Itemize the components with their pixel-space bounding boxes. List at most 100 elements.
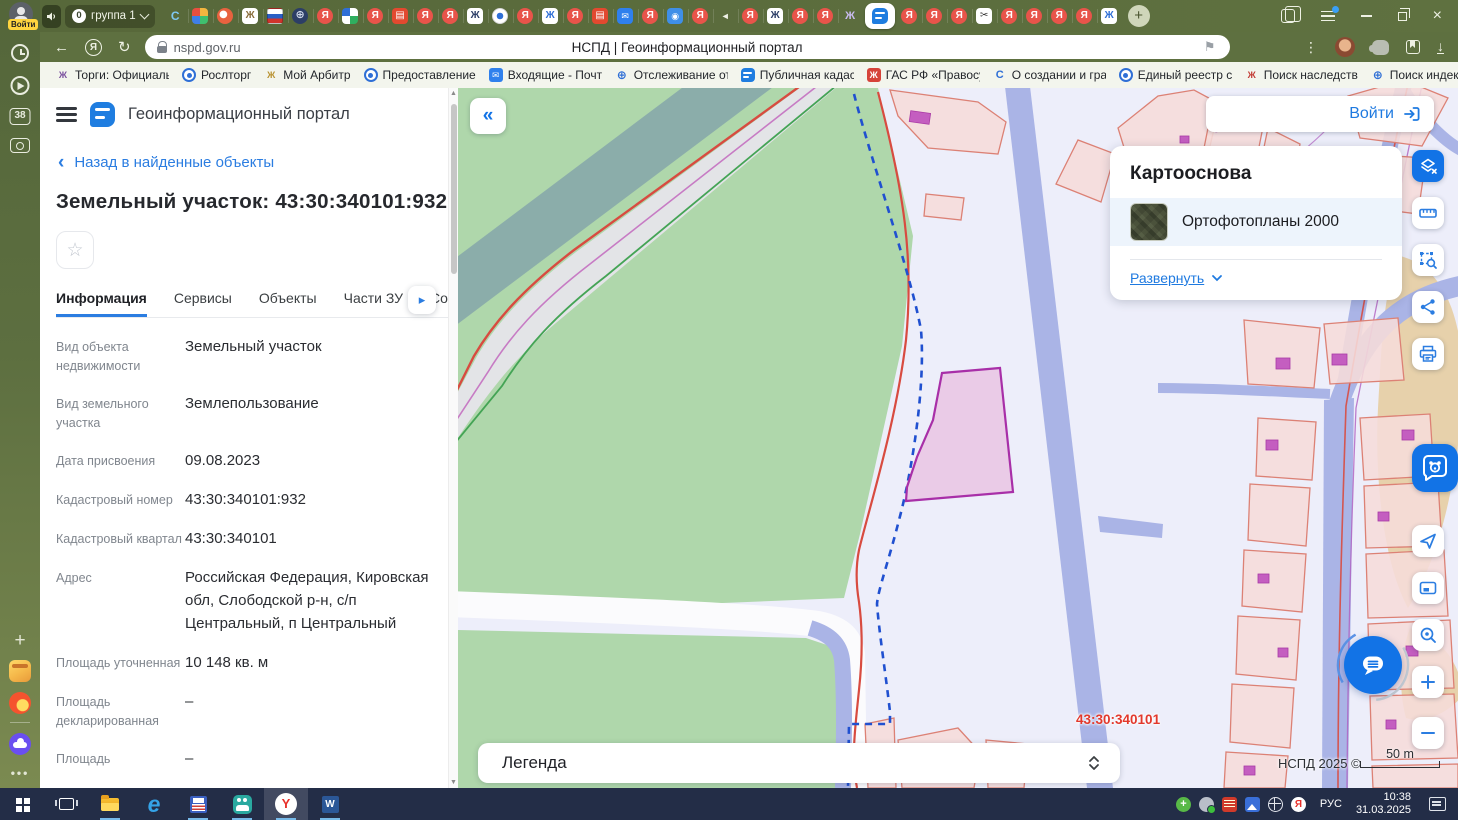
locate-button[interactable] bbox=[1412, 525, 1444, 557]
minimize-button[interactable] bbox=[1360, 15, 1372, 17]
network-tray-icon[interactable] bbox=[1267, 796, 1283, 812]
bookmark-item[interactable]: ⊕ Поиск индекса – bbox=[1371, 68, 1458, 82]
browser-tab[interactable]: Я bbox=[437, 3, 463, 29]
scroll-up-icon[interactable]: ▲ bbox=[449, 90, 458, 97]
notifications-icon[interactable] bbox=[1429, 797, 1446, 811]
browser-tab[interactable] bbox=[262, 3, 288, 29]
search-here-button[interactable] bbox=[1412, 619, 1444, 651]
yandex-music-icon[interactable] bbox=[9, 692, 31, 714]
browser-tab[interactable]: Я bbox=[921, 3, 947, 29]
bookmark-item[interactable]: Единый реестр су bbox=[1118, 68, 1232, 82]
browser-tab[interactable]: Ж bbox=[237, 3, 263, 29]
panel-tab[interactable]: Информация bbox=[56, 290, 147, 317]
edge-button[interactable]: e bbox=[132, 788, 176, 820]
bookmark-item[interactable]: Ϲ О создании и гра bbox=[993, 68, 1106, 82]
bookmark-item[interactable]: Ж Мой Арбитр bbox=[264, 68, 350, 82]
live-icon[interactable] bbox=[10, 76, 30, 95]
collapse-panel-button[interactable]: « bbox=[470, 98, 506, 134]
tab-group[interactable]: 0 группа 1 bbox=[65, 4, 155, 28]
zoom-in-button[interactable] bbox=[1412, 666, 1444, 698]
browser-tab[interactable]: Я bbox=[562, 3, 588, 29]
browser-tab[interactable]: Я bbox=[787, 3, 813, 29]
bookmark-item[interactable]: ⊕ Отслеживание от bbox=[615, 68, 728, 82]
screenshot-icon[interactable] bbox=[10, 138, 30, 153]
contacts-tray-icon[interactable] bbox=[1198, 796, 1216, 814]
taskbar-clock[interactable]: 10:38 31.03.2025 bbox=[1356, 791, 1411, 817]
assistant-bear-button[interactable] bbox=[1412, 444, 1458, 492]
chat-button[interactable] bbox=[1344, 636, 1402, 694]
area-search-button[interactable] bbox=[1412, 244, 1444, 276]
layers-button[interactable] bbox=[1412, 150, 1444, 182]
scrollbar-thumb[interactable] bbox=[451, 104, 457, 274]
new-tab-icon[interactable]: + bbox=[14, 630, 25, 652]
yandex-disk-icon[interactable] bbox=[9, 733, 31, 755]
downloads-icon[interactable]: ↓ bbox=[1437, 39, 1444, 54]
extensions-menu-icon[interactable]: ⋮ bbox=[1304, 39, 1318, 56]
language-indicator[interactable]: РУС bbox=[1320, 798, 1342, 810]
refresh-icon[interactable]: ↻ bbox=[118, 38, 131, 56]
zoom-out-button[interactable] bbox=[1412, 717, 1444, 749]
nspd-logo[interactable] bbox=[90, 102, 115, 127]
back-icon[interactable]: ← bbox=[54, 39, 69, 56]
map-login-button[interactable]: Войти bbox=[1206, 96, 1434, 132]
yandex-browser-button[interactable]: Y bbox=[264, 788, 308, 820]
browser-tab[interactable]: Я bbox=[737, 3, 763, 29]
browser-tab[interactable]: Ж bbox=[762, 3, 788, 29]
browser-login-chip[interactable]: Войти bbox=[7, 2, 39, 30]
browser-tab[interactable]: Ж bbox=[537, 3, 563, 29]
browser-tab[interactable] bbox=[337, 3, 363, 29]
back-to-results-link[interactable]: ‹ Назад в найденные объекты bbox=[58, 153, 448, 172]
browser-tab[interactable]: ◄ bbox=[712, 3, 738, 29]
basemap-expand-link[interactable]: Развернуть bbox=[1130, 270, 1382, 286]
browser-tab[interactable]: Я bbox=[412, 3, 438, 29]
menu-icon[interactable] bbox=[56, 107, 77, 110]
browser-tab[interactable]: ✉ bbox=[612, 3, 638, 29]
user-avatar[interactable] bbox=[1335, 37, 1355, 57]
browser-tab[interactable]: ▤ bbox=[587, 3, 613, 29]
browser-tab[interactable]: ⊕ bbox=[287, 3, 313, 29]
browser-tab[interactable]: Я bbox=[946, 3, 972, 29]
measure-button[interactable] bbox=[1412, 197, 1444, 229]
browser-tab[interactable] bbox=[864, 3, 895, 29]
photos-tray-icon[interactable] bbox=[1244, 796, 1260, 812]
browser-tab[interactable]: Я bbox=[362, 3, 388, 29]
browser-tab[interactable] bbox=[487, 3, 513, 29]
antivirus-tray-icon[interactable]: + bbox=[1175, 796, 1191, 812]
browser-tab[interactable]: Я bbox=[687, 3, 713, 29]
notes-app-button[interactable] bbox=[176, 788, 220, 820]
share-button[interactable] bbox=[1412, 291, 1444, 323]
browser-tab[interactable]: Я bbox=[1021, 3, 1047, 29]
bookmark-item[interactable]: Предоставление bbox=[363, 68, 476, 82]
speaker-icon[interactable] bbox=[42, 4, 61, 28]
yandex-keyboard-icon[interactable] bbox=[9, 660, 31, 682]
browser-tab[interactable]: ◉ bbox=[662, 3, 688, 29]
bookmark-item[interactable]: ✉ Входящие - Почт bbox=[488, 68, 602, 82]
basemap-layer-row[interactable]: Ортофотопланы 2000 bbox=[1110, 198, 1402, 246]
print-button[interactable] bbox=[1412, 338, 1444, 370]
browser-tab[interactable] bbox=[187, 3, 213, 29]
map-canvas[interactable]: « Войти Картооснова Ортофотопланы 2000 Р… bbox=[458, 88, 1458, 788]
browser-tab[interactable]: Я bbox=[1046, 3, 1072, 29]
history-icon[interactable] bbox=[11, 44, 29, 62]
bookmark-item[interactable]: Публичная кадас bbox=[740, 68, 854, 82]
browser-tab[interactable]: ▤ bbox=[387, 3, 413, 29]
yandex-search-icon[interactable]: Я bbox=[85, 38, 102, 56]
browser-tab[interactable]: Ж bbox=[1096, 3, 1122, 29]
bookmark-item[interactable]: Рослторг bbox=[182, 68, 251, 82]
assistant-icon[interactable] bbox=[1369, 39, 1389, 55]
panel-scrollbar[interactable]: ▲ ▼ bbox=[448, 88, 458, 788]
restore-button[interactable] bbox=[1397, 8, 1411, 21]
file-explorer-button[interactable] bbox=[88, 788, 132, 820]
scroll-down-icon[interactable]: ▼ bbox=[449, 779, 458, 786]
browser-tab[interactable]: Я bbox=[1071, 3, 1097, 29]
legend-bar[interactable]: Легенда bbox=[478, 743, 1120, 783]
favorite-button[interactable]: ☆ bbox=[56, 231, 94, 269]
browser-tab[interactable]: Я bbox=[637, 3, 663, 29]
ccm-tray-icon[interactable] bbox=[1221, 796, 1237, 812]
side-panel-icon[interactable] bbox=[1280, 6, 1301, 23]
browser-tab[interactable]: Я bbox=[512, 3, 538, 29]
bookmark-item[interactable]: Ж ГАС РФ «Правосу bbox=[866, 68, 980, 82]
yandex-tray-icon[interactable]: Я bbox=[1290, 796, 1306, 812]
task-view-button[interactable] bbox=[44, 788, 88, 820]
bookmark-item[interactable]: Ж Торги: Официаль bbox=[56, 68, 169, 82]
